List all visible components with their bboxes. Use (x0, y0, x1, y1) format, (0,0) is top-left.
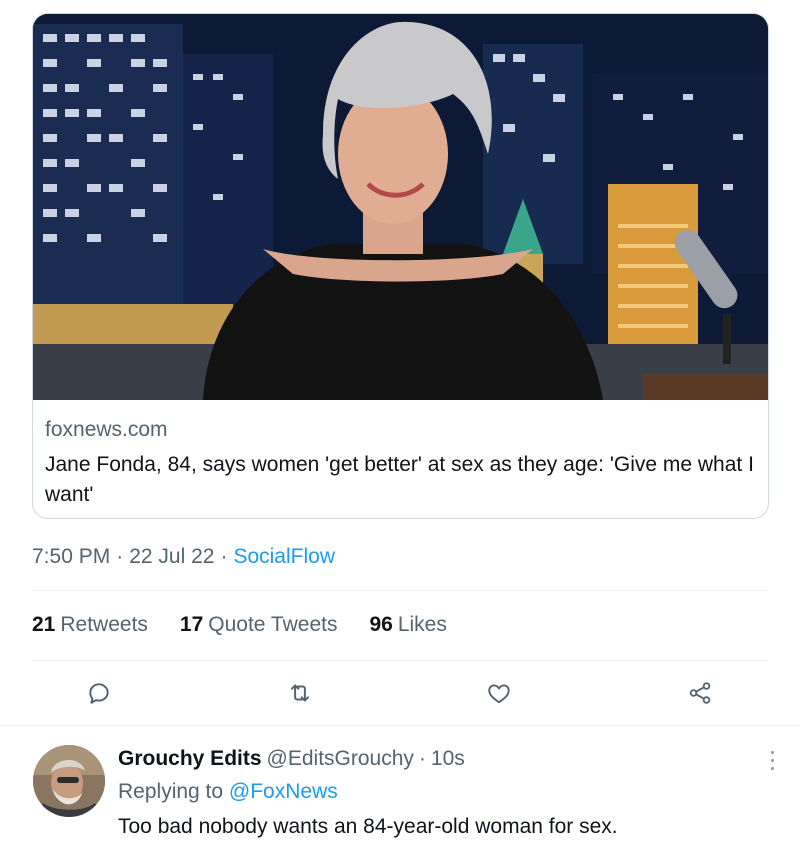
retweets-label: Retweets (60, 613, 148, 636)
share-icon (689, 682, 711, 704)
card-domain: foxnews.com (45, 418, 168, 441)
likes-label: Likes (397, 613, 447, 636)
reply-tweet[interactable]: Grouchy Edits @EditsGrouchy · 10s Replying … (0, 726, 800, 849)
link-preview-card[interactable]: foxnews.com Jane Fonda, 84, says women '… (32, 13, 769, 519)
replying-to-prefix: Replying to (118, 780, 224, 803)
quote-tweets-label: Quote Tweets (208, 613, 338, 636)
tweet-source-link[interactable]: SocialFlow (233, 545, 335, 568)
engagement-stats: 21 Retweets 17 Quote Tweets 96 Likes (32, 613, 447, 637)
more-options-icon[interactable] (762, 748, 782, 772)
quote-tweets-count: 17 (179, 613, 204, 636)
meta-separator: · (220, 545, 228, 568)
avatar[interactable] (33, 745, 105, 817)
card-image[interactable] (33, 14, 768, 400)
reply-button[interactable] (82, 676, 116, 710)
retweets-count: 21 (32, 613, 56, 636)
replying-to: Replying to @FoxNews (118, 780, 338, 804)
retweets-stat[interactable]: 21 Retweets (32, 613, 148, 637)
reply-icon (89, 683, 109, 704)
share-button[interactable] (683, 676, 717, 710)
likes-count: 96 (369, 613, 393, 636)
like-icon (488, 684, 510, 704)
divider (32, 590, 769, 591)
retweet-button[interactable] (283, 676, 317, 710)
tweet-action-bar (0, 676, 800, 710)
like-button[interactable] (482, 676, 516, 710)
quote-tweets-stat[interactable]: 17 Quote Tweets (180, 613, 338, 637)
likes-stat[interactable]: 96 Likes (369, 613, 446, 637)
tweet-meta: 7:50 PM · 22 Jul 22 · SocialFlow (32, 545, 335, 569)
meta-separator: · (116, 545, 124, 568)
reply-author-handle[interactable]: @EditsGrouchy (267, 747, 414, 770)
divider (32, 660, 769, 661)
reply-time[interactable]: 10s (431, 747, 465, 770)
card-title: Jane Fonda, 84, says women 'get better' … (45, 453, 754, 506)
talk-show-photo (33, 14, 768, 400)
avatar-image (33, 745, 105, 817)
reply-text: Too bad nobody wants an 84-year-old woma… (118, 815, 618, 838)
reply-header: Grouchy Edits @EditsGrouchy · 10s (118, 747, 465, 771)
reply-author-name[interactable]: Grouchy Edits (118, 747, 262, 770)
tweet-time[interactable]: 7:50 PM (32, 545, 110, 568)
replying-to-handle[interactable]: @FoxNews (229, 780, 338, 803)
reply-separator: · (418, 747, 426, 770)
retweet-icon (290, 684, 310, 702)
tweet-date[interactable]: 22 Jul 22 (129, 545, 214, 568)
